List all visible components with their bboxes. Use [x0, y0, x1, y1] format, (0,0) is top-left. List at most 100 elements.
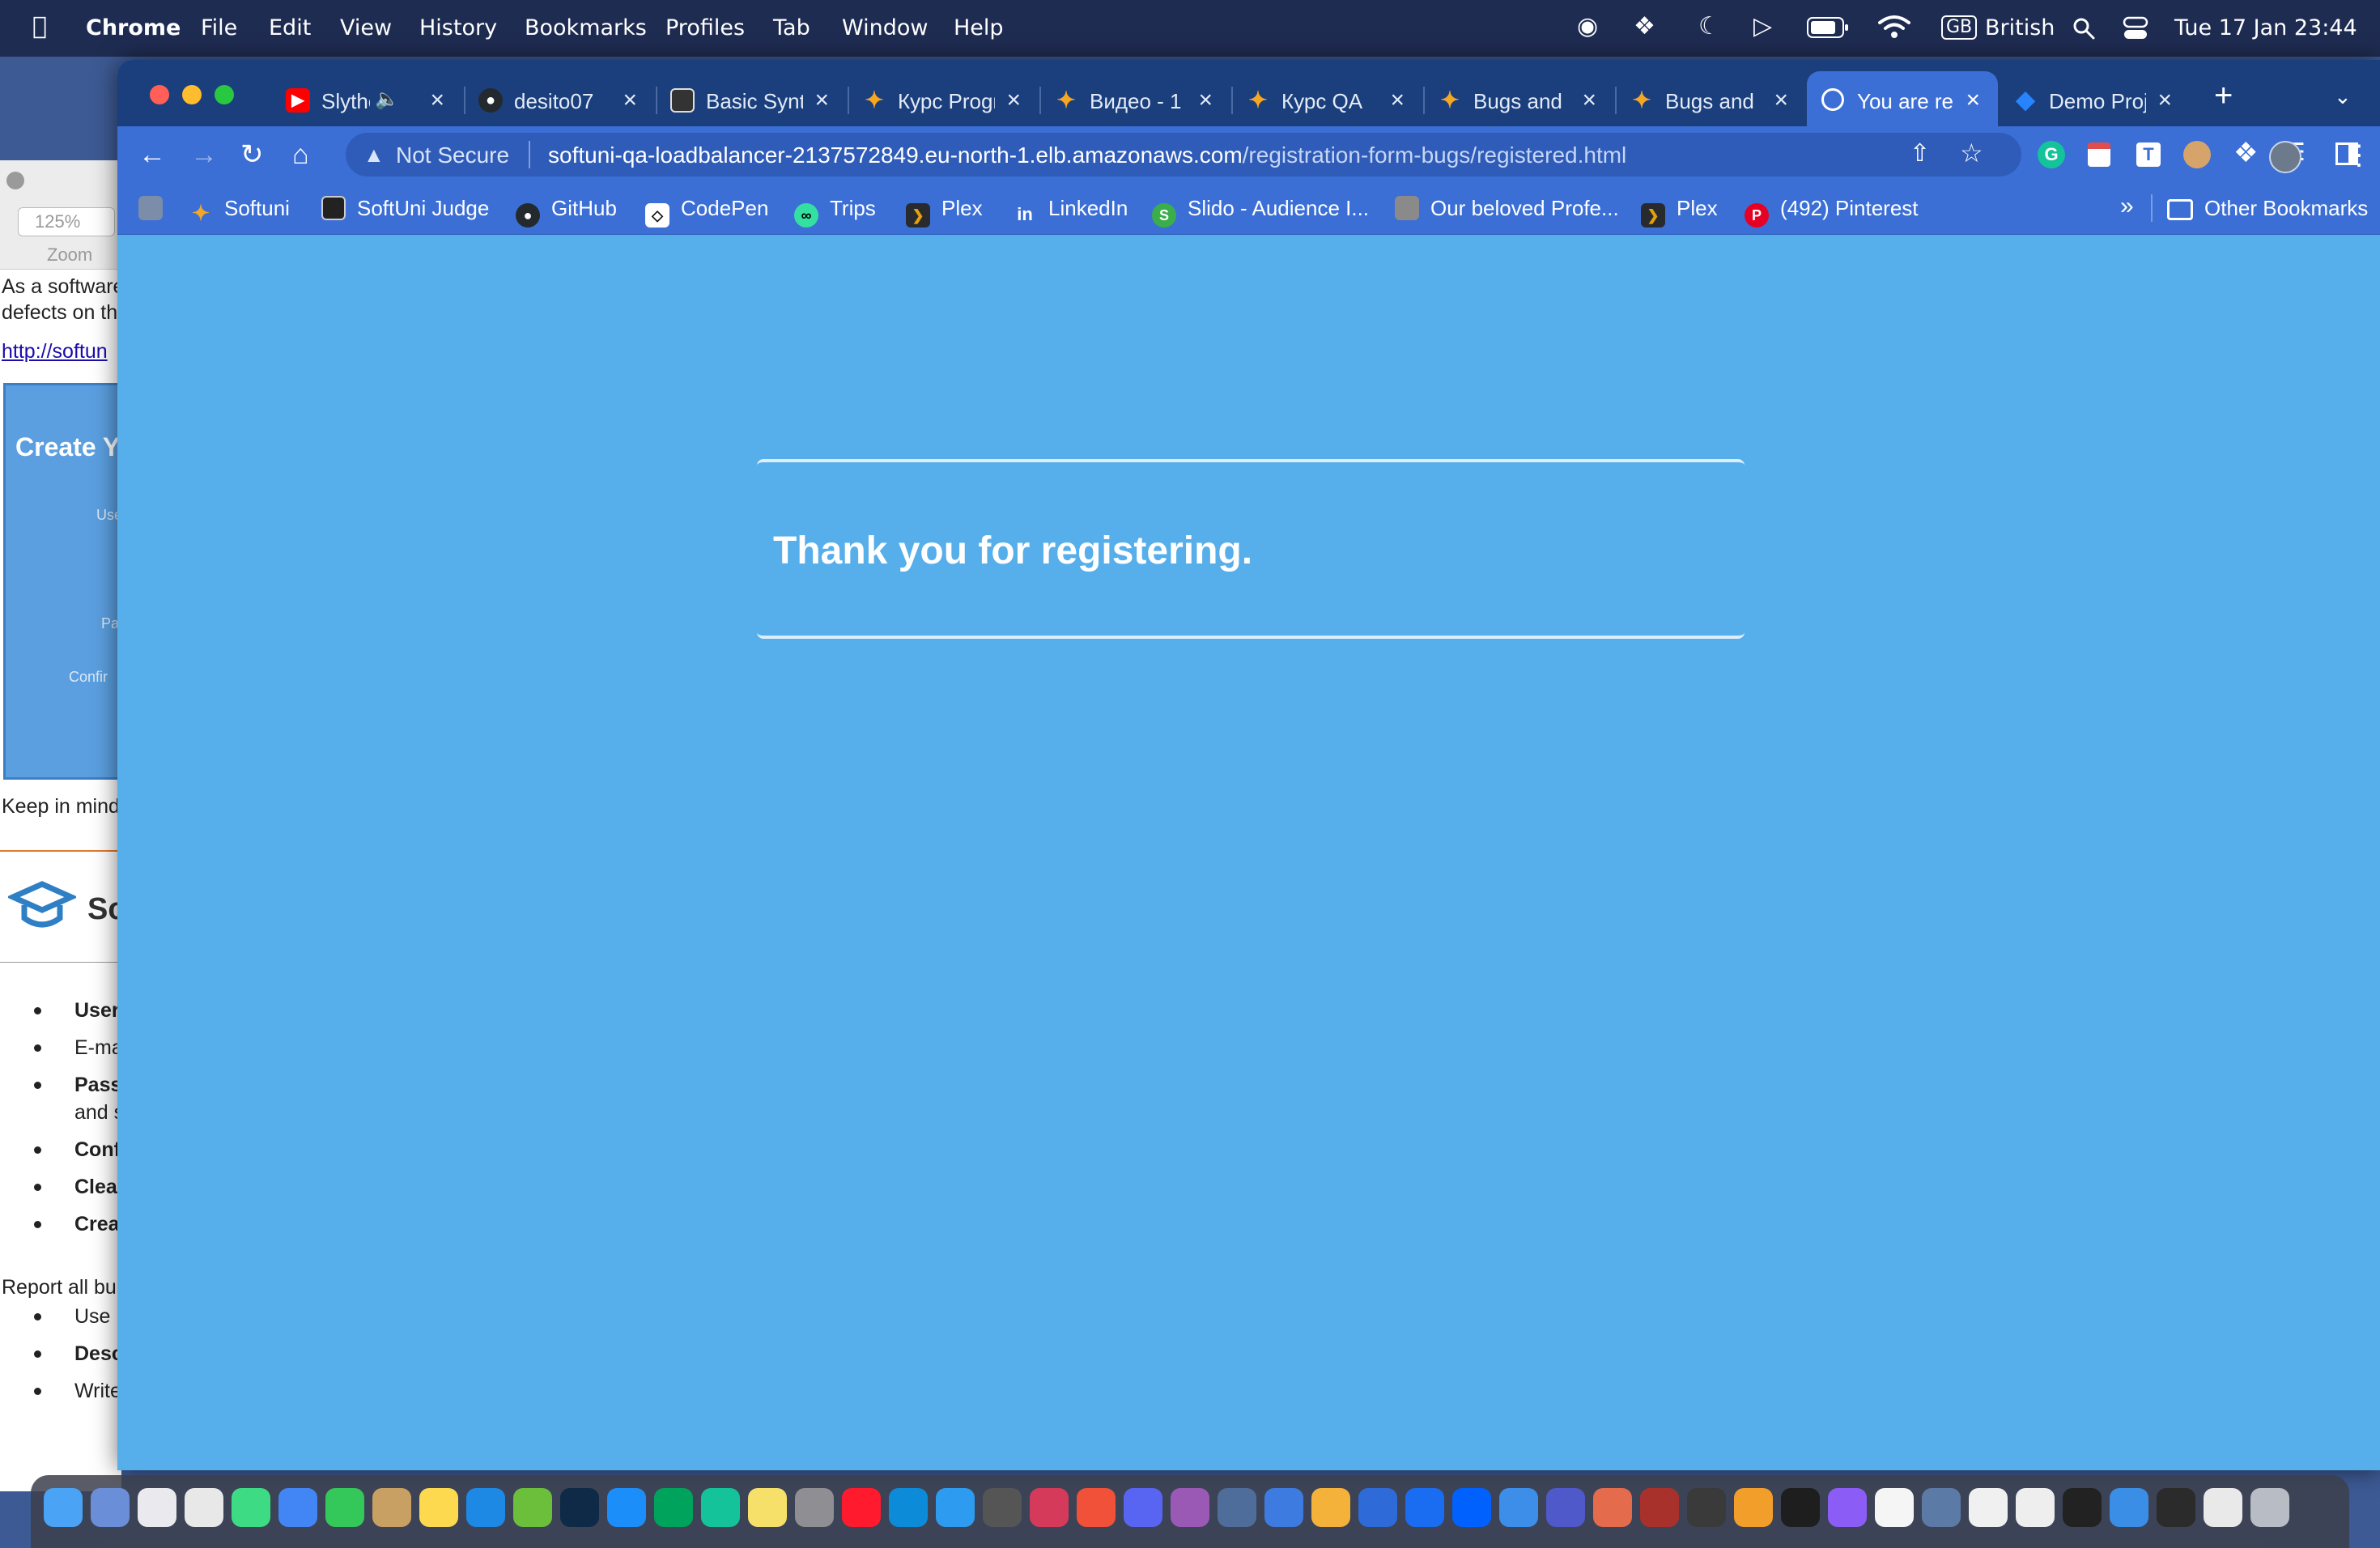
tab-bugs-2[interactable]: ✦ Bugs and × — [1615, 71, 1806, 126]
script-icon[interactable] — [1969, 1488, 2008, 1527]
start-here-icon[interactable] — [2110, 1488, 2148, 1527]
menu-bookmarks[interactable]: Bookmarks — [525, 15, 647, 40]
close-tab-icon[interactable]: × — [430, 87, 444, 114]
profile-avatar[interactable] — [2269, 141, 2301, 173]
swift-icon[interactable] — [1077, 1488, 1116, 1527]
close-tab-icon[interactable]: × — [1390, 87, 1405, 114]
tab-youtube[interactable]: ▶ Slytherin 🔈 × — [271, 71, 462, 126]
close-tab-icon[interactable]: × — [1966, 87, 1980, 114]
visual-studio-icon[interactable] — [1499, 1488, 1538, 1527]
address-bar[interactable]: ▲ Not Secure softuni-qa-loadbalancer-213… — [346, 133, 2021, 176]
tab-basic-syntax[interactable]: Basic Syntax × — [656, 71, 847, 126]
dropbox-icon[interactable] — [1452, 1488, 1491, 1527]
bookmark-other[interactable]: Other Bookmarks — [2167, 196, 2368, 221]
messages-icon[interactable] — [325, 1488, 364, 1527]
search-icon[interactable] — [2072, 17, 2095, 40]
warning-icon[interactable]: ▲ — [363, 142, 385, 168]
tab-softuni-course[interactable]: ✦ Курс Programming × — [848, 71, 1039, 126]
1password-icon[interactable] — [1405, 1488, 1444, 1527]
bookmark-github[interactable]: ● GitHub — [516, 196, 617, 228]
stickies-icon[interactable] — [748, 1488, 787, 1527]
finder-icon[interactable] — [44, 1488, 83, 1527]
tab-github[interactable]: ● desito07 × — [464, 71, 655, 126]
menu-history[interactable]: History — [419, 15, 497, 40]
close-tab-icon[interactable]: × — [814, 87, 829, 114]
menu-profiles[interactable]: Profiles — [665, 15, 745, 40]
tab-softuni-qa[interactable]: ✦ Курс QA × — [1231, 71, 1422, 126]
keychain-icon[interactable] — [372, 1488, 411, 1527]
more-bookmarks-icon[interactable]: » — [2120, 193, 2134, 220]
close-tab-icon[interactable]: × — [1582, 87, 1596, 114]
screens-icon[interactable] — [1218, 1488, 1256, 1527]
notes-extension-icon[interactable] — [2088, 142, 2110, 167]
chevron-down-icon[interactable]: ⌄ — [2334, 84, 2352, 109]
app-store-icon[interactable] — [607, 1488, 646, 1527]
text-extension-icon[interactable]: T — [2136, 142, 2161, 167]
vscode-icon[interactable] — [466, 1488, 505, 1527]
reload-icon[interactable]: ↻ — [240, 141, 264, 168]
calculator-icon[interactable] — [983, 1488, 1022, 1527]
new-tab-icon[interactable]: + — [2214, 78, 2233, 114]
menu-app-name[interactable]: Chrome — [86, 15, 181, 40]
migration-icon[interactable] — [91, 1488, 130, 1527]
zoom-select[interactable]: 125% — [18, 207, 115, 236]
terminal-icon[interactable] — [1781, 1488, 1820, 1527]
tab-bugs-1[interactable]: ✦ Bugs and × — [1423, 71, 1614, 126]
menu-help[interactable]: Help — [954, 15, 1004, 40]
discord-icon[interactable] — [1124, 1488, 1162, 1527]
tab-softuni-video[interactable]: ✦ Видео - 1 × — [1039, 71, 1230, 126]
keyboard-layout-label[interactable]: British — [1985, 15, 2055, 40]
more-menu-icon[interactable]: ⋮ — [2345, 139, 2373, 172]
moon-icon[interactable]: ☾ — [1698, 15, 1720, 39]
gpu-icon[interactable] — [1687, 1488, 1726, 1527]
bookmark-slido[interactable]: S Slido - Audience I... — [1152, 196, 1369, 228]
zoom-window-icon[interactable] — [215, 85, 234, 104]
safari-icon[interactable] — [936, 1488, 975, 1527]
bookmark-softuni[interactable]: ✦ Softuni — [189, 196, 290, 225]
grammarly-extension-icon[interactable]: G — [2038, 141, 2065, 168]
close-tab-icon[interactable]: × — [1006, 87, 1021, 114]
window-control-icon[interactable] — [6, 172, 24, 189]
virtualbox-icon[interactable] — [1593, 1488, 1632, 1527]
forward-icon[interactable]: → — [190, 141, 218, 168]
close-tab-icon[interactable]: × — [623, 87, 637, 114]
vs-mac-icon[interactable] — [1828, 1488, 1867, 1527]
opera-icon[interactable] — [842, 1488, 881, 1527]
datetime[interactable]: Tue 17 Jan 23:44 — [2174, 15, 2357, 40]
close-tab-icon[interactable]: × — [1198, 87, 1213, 114]
calendar-icon[interactable] — [1875, 1488, 1914, 1527]
security-label[interactable]: Not Secure — [396, 142, 509, 168]
tab-demo-project[interactable]: ◆ Demo Project × — [1999, 71, 2190, 126]
trash-icon[interactable] — [2250, 1488, 2289, 1527]
pages-icon[interactable] — [1734, 1488, 1773, 1527]
avatar-extension-icon[interactable] — [2183, 141, 2211, 168]
chrome-icon[interactable] — [185, 1488, 223, 1527]
bookmark-softuni-judge[interactable]: SoftUni Judge — [321, 196, 489, 221]
mails-icon[interactable] — [1264, 1488, 1303, 1527]
play-icon[interactable]: ▷ — [1753, 15, 1772, 39]
apple-icon[interactable]:  — [32, 15, 47, 39]
dropbox-icon[interactable]: ❖ — [1634, 15, 1655, 39]
share-icon[interactable]: ⇧ — [1910, 139, 1930, 168]
keyboard-icon[interactable]: GB — [1941, 15, 1978, 40]
dictionary-icon[interactable] — [1640, 1488, 1679, 1527]
file-icon[interactable] — [2204, 1488, 2242, 1527]
password-icon[interactable]: ◉ — [1577, 15, 1598, 39]
affinity-icon[interactable] — [1171, 1488, 1209, 1527]
quicktime-icon[interactable] — [1922, 1488, 1961, 1527]
teams-icon[interactable] — [1546, 1488, 1585, 1527]
control-center-icon[interactable] — [2123, 16, 2148, 40]
bookmark-plex[interactable]: ❯ Plex — [906, 196, 983, 228]
android-studio-icon[interactable] — [232, 1488, 270, 1527]
opera-gx-icon[interactable] — [2063, 1488, 2102, 1527]
speaker-icon[interactable]: 🔈 — [375, 87, 399, 111]
close-window-icon[interactable] — [150, 85, 169, 104]
bookmark-plex-2[interactable]: ❯ Plex — [1641, 196, 1718, 228]
close-tab-icon[interactable]: × — [1774, 87, 1788, 114]
google-docs-icon[interactable] — [278, 1488, 317, 1527]
launchpad-icon[interactable] — [138, 1488, 176, 1527]
bookmark-trips[interactable]: ∞ Trips — [794, 196, 876, 228]
system-prefs-icon[interactable] — [795, 1488, 834, 1527]
home-icon[interactable]: ⌂ — [292, 141, 309, 168]
menu-file[interactable]: File — [201, 15, 237, 40]
